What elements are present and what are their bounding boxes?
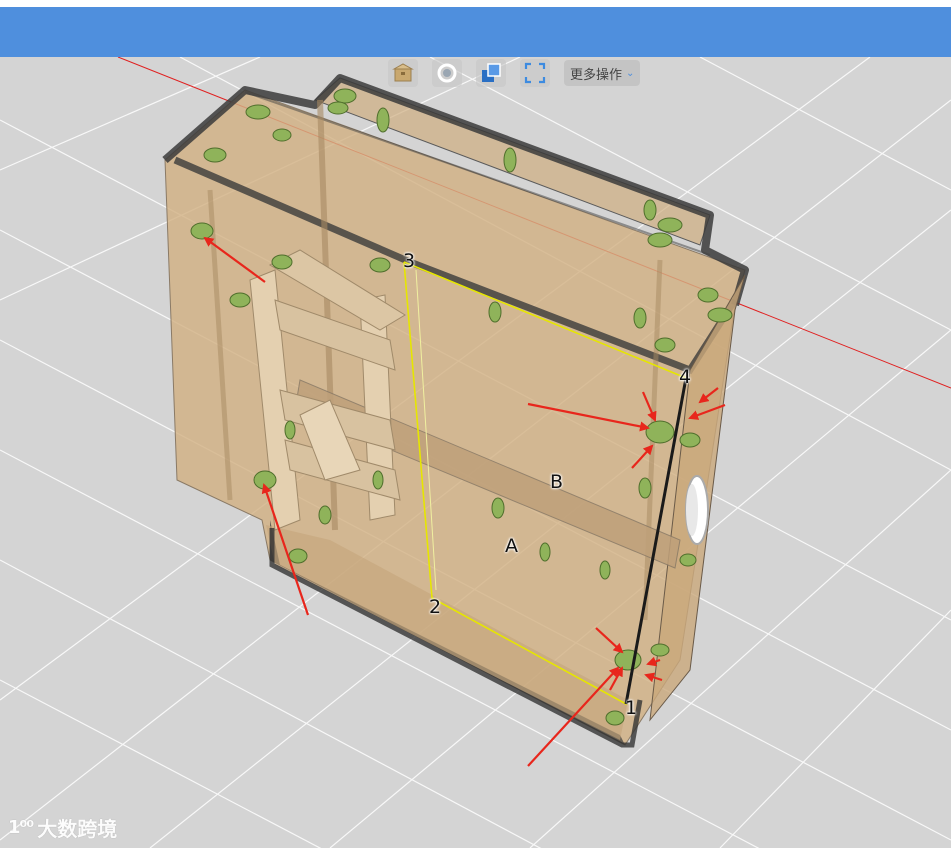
target-icon — [437, 63, 457, 83]
focus-button[interactable] — [432, 59, 462, 87]
viewer-toolbar: 更多操作 ⌄ — [388, 58, 641, 88]
layers-button[interactable] — [476, 59, 506, 87]
box-view-icon — [392, 63, 414, 82]
chevron-down-icon: ⌄ — [626, 67, 635, 79]
point-label-2: 2 — [429, 596, 442, 618]
scene-canvas[interactable] — [0, 57, 951, 848]
face-label-b: B — [550, 471, 564, 493]
app-header-bar — [0, 7, 951, 57]
fullscreen-button[interactable] — [520, 59, 550, 87]
more-actions-label: 更多操作 — [570, 67, 623, 83]
watermark-text: 大数跨境 — [37, 817, 118, 841]
point-label-4: 4 — [679, 366, 692, 388]
watermark: 1⁰⁰ 大数跨境 — [8, 813, 117, 842]
box-view-button[interactable] — [388, 59, 418, 87]
face-label-a: A — [505, 535, 518, 557]
3d-viewport[interactable]: 3 4 2 1 B A — [0, 57, 951, 848]
watermark-logo: 1⁰⁰ — [8, 817, 34, 838]
point-label-3: 3 — [403, 250, 416, 272]
fullscreen-icon — [524, 62, 546, 84]
top-strip — [0, 0, 951, 7]
more-actions-dropdown[interactable]: 更多操作 ⌄ — [564, 60, 641, 86]
layers-icon — [482, 63, 501, 82]
point-label-1: 1 — [625, 697, 638, 719]
